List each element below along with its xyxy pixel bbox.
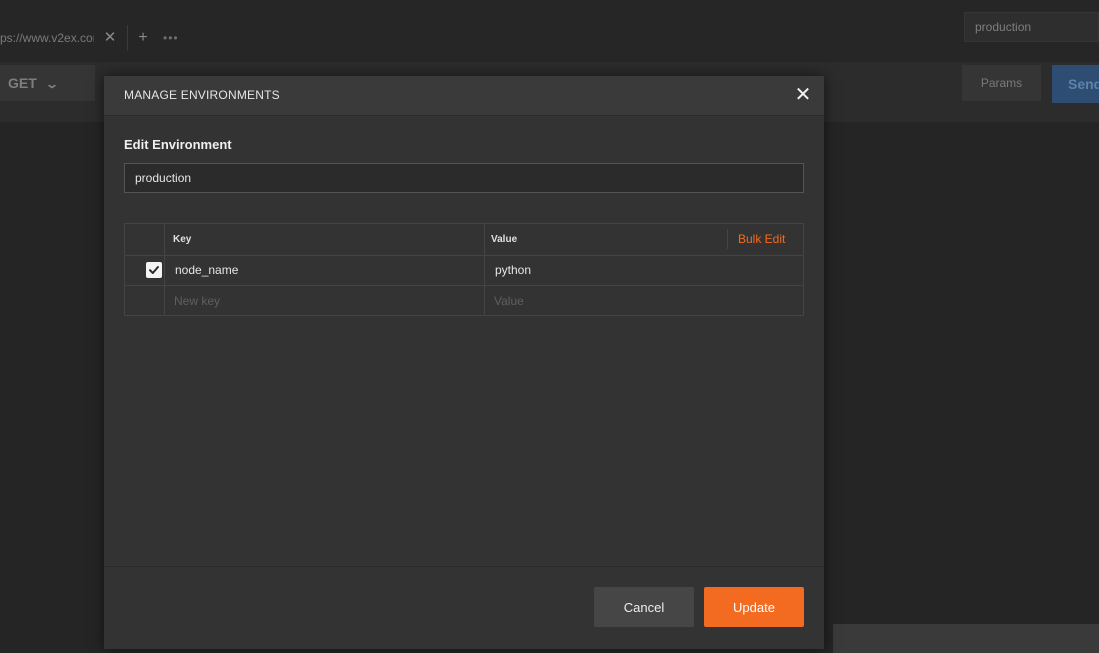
table-header: Key Value Bulk Edit [125, 224, 803, 256]
enable-checkbox[interactable] [146, 262, 162, 278]
row-check-cell [125, 286, 165, 316]
method-select[interactable]: GET ⌄ [0, 65, 95, 101]
bulk-edit-link[interactable]: Bulk Edit [738, 232, 785, 246]
send-button[interactable]: Send [1052, 65, 1099, 103]
new-tab-button[interactable]: + [136, 27, 150, 49]
value-cell[interactable]: python [485, 255, 803, 285]
checkmark-icon [149, 266, 159, 274]
cancel-button[interactable]: Cancel [594, 587, 694, 627]
modal-header: MANAGE ENVIRONMENTS ✕ [104, 76, 824, 116]
header-check-cell [125, 224, 165, 255]
new-variable-row [125, 286, 803, 316]
bottom-panel [833, 624, 1099, 653]
more-tabs-icon[interactable]: ••• [163, 27, 185, 49]
variable-key: node_name [175, 263, 239, 277]
key-cell[interactable]: node_name [165, 255, 485, 285]
variables-table: Key Value Bulk Edit node_name python [124, 223, 804, 316]
key-column-header: Key [173, 234, 192, 245]
method-label: GET [8, 75, 37, 91]
params-button[interactable]: Params [962, 65, 1041, 101]
edit-environment-label: Edit Environment [124, 137, 232, 152]
new-value-input[interactable] [494, 291, 794, 311]
row-check-cell [125, 255, 165, 285]
footer-divider [104, 566, 824, 567]
tab-bar: ps://www.v2ex.com ✕ + ••• production [0, 0, 1099, 62]
variable-value: python [495, 263, 532, 277]
environment-name-input[interactable] [124, 163, 804, 193]
chevron-down-icon: ⌄ [44, 77, 59, 91]
value-column-header: Value [491, 234, 518, 245]
table-row: node_name python [125, 255, 803, 286]
new-key-input[interactable] [174, 291, 474, 311]
new-value-cell [485, 286, 803, 316]
header-key-cell: Key [165, 224, 485, 255]
header-divider [727, 229, 728, 249]
request-tab-label: ps://www.v2ex.com [0, 31, 94, 45]
environment-select[interactable]: production [964, 12, 1099, 42]
update-button[interactable]: Update [704, 587, 804, 627]
header-value-cell: Value Bulk Edit [485, 224, 803, 255]
tab-divider [127, 25, 128, 51]
manage-environments-modal: MANAGE ENVIRONMENTS ✕ Edit Environment K… [104, 76, 824, 649]
close-tab-icon[interactable]: ✕ [103, 27, 117, 49]
close-icon[interactable]: ✕ [792, 84, 814, 106]
new-key-cell [165, 286, 485, 316]
modal-title: MANAGE ENVIRONMENTS [124, 88, 280, 102]
